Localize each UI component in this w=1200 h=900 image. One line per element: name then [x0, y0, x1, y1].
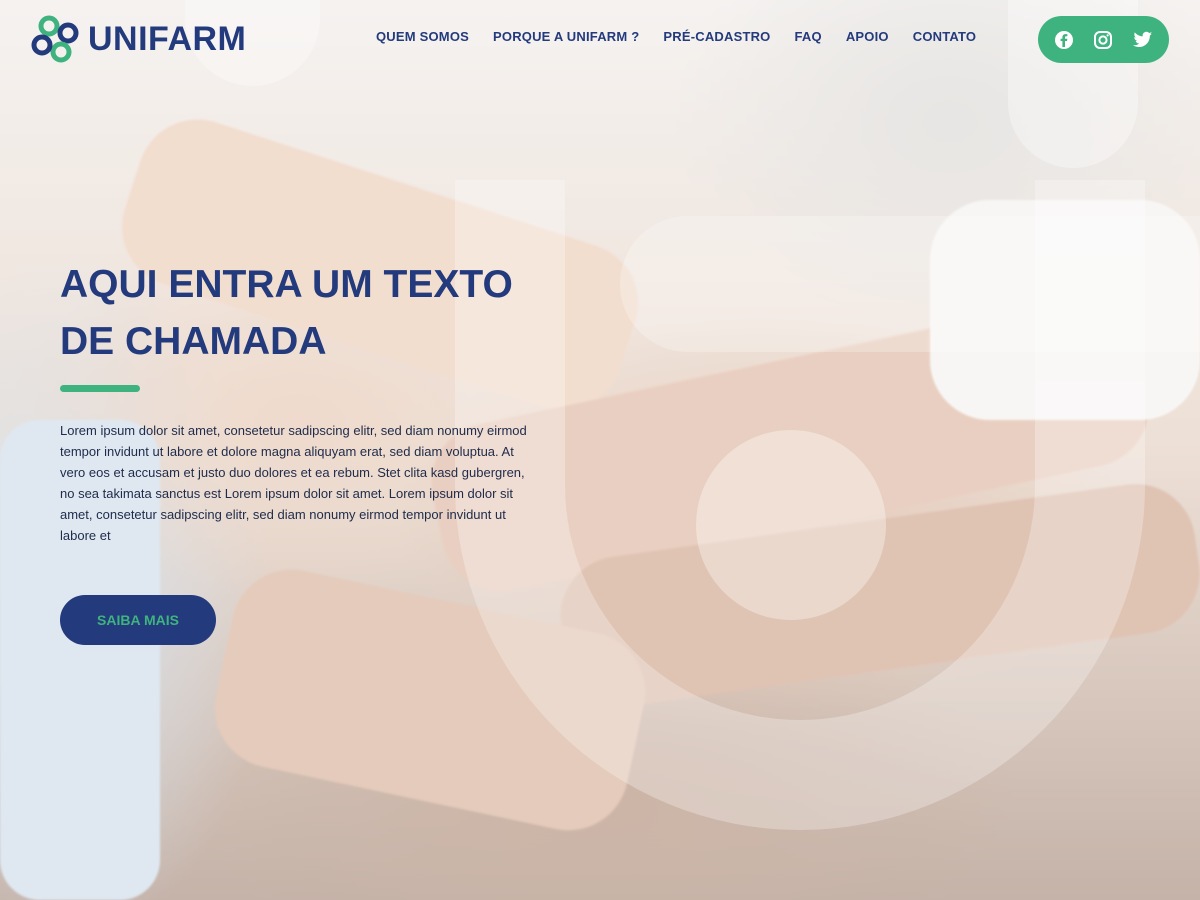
- twitter-icon[interactable]: [1132, 29, 1154, 51]
- saiba-mais-button[interactable]: SAIBA MAIS: [60, 595, 216, 645]
- nav-contato[interactable]: CONTATO: [913, 29, 977, 44]
- decorative-bar: [620, 216, 1200, 352]
- nav-pre-cadastro[interactable]: PRÉ-CADASTRO: [663, 29, 770, 44]
- decorative-circle: [696, 430, 886, 620]
- hero-accent-divider: [60, 385, 140, 392]
- nav-faq[interactable]: FAQ: [795, 29, 822, 44]
- hero-title: AQUI ENTRA UM TEXTO DE CHAMADA: [60, 263, 513, 363]
- nav-quem-somos[interactable]: QUEM SOMOS: [376, 29, 469, 44]
- main-navigation: QUEM SOMOS PORQUE A UNIFARM ? PRÉ-CADAST…: [376, 29, 976, 44]
- hero-description: Lorem ipsum dolor sit amet, consetetur s…: [60, 423, 527, 543]
- nav-porque-unifarm[interactable]: PORQUE A UNIFARM ?: [493, 29, 639, 44]
- nav-apoio[interactable]: APOIO: [846, 29, 889, 44]
- brand-name: UNIFARM: [88, 19, 247, 58]
- facebook-icon[interactable]: [1053, 29, 1075, 51]
- social-links: [1038, 16, 1169, 63]
- unifarm-logo-icon: [31, 15, 79, 63]
- instagram-icon[interactable]: [1092, 29, 1114, 51]
- brand-logo[interactable]: UNIFARM: [30, 14, 246, 64]
